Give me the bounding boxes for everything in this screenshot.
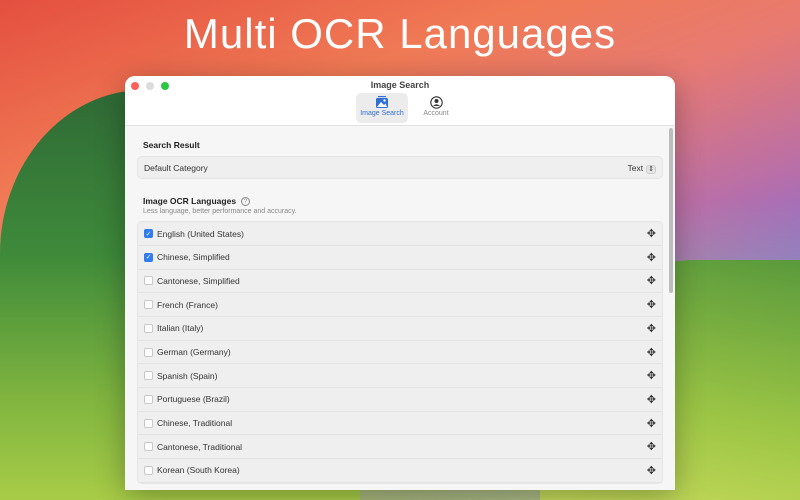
drag-handle-icon[interactable]: ✥: [647, 369, 656, 382]
language-row[interactable]: Chinese, Traditional ✥: [138, 412, 662, 436]
help-icon[interactable]: ?: [241, 197, 251, 207]
language-checkbox[interactable]: [144, 300, 153, 310]
drag-handle-icon[interactable]: ✥: [647, 322, 656, 335]
language-row[interactable]: Cantonese, Simplified ✥: [138, 270, 662, 294]
chevron-up-down-icon: ⇕: [646, 164, 656, 174]
language-name: Portuguese (Brazil): [157, 394, 230, 405]
drag-handle-icon[interactable]: ✥: [647, 440, 656, 453]
language-name: Chinese, Simplified: [157, 252, 230, 263]
drag-handle-icon[interactable]: ✥: [647, 251, 656, 264]
language-checkbox[interactable]: [144, 394, 153, 404]
language-checkbox[interactable]: [144, 465, 153, 475]
tab-account[interactable]: Account: [410, 93, 462, 123]
section-subtitle: Less language, better performance and ac…: [143, 208, 297, 216]
language-checkbox[interactable]: [144, 276, 153, 286]
language-row[interactable]: German (Germany) ✥: [138, 341, 662, 365]
language-name: Cantonese, Simplified: [157, 275, 240, 286]
tab-label: Account: [423, 110, 449, 117]
language-checkbox[interactable]: [144, 418, 153, 428]
language-row[interactable]: Korean (South Korea) ✥: [138, 459, 662, 483]
language-checkbox[interactable]: ✓: [144, 252, 153, 262]
language-row[interactable]: ✓ Chinese, Simplified ✥: [138, 246, 662, 270]
language-name: German (Germany): [157, 347, 231, 358]
language-name: Korean (South Korea): [157, 465, 240, 476]
language-checkbox[interactable]: [144, 371, 153, 381]
language-name: Cantonese, Traditional: [157, 441, 243, 452]
language-name: Italian (Italy): [157, 323, 204, 334]
default-category-row: Default Category Text ⇕: [137, 156, 663, 179]
drag-handle-icon[interactable]: ✥: [647, 298, 656, 311]
language-checkbox[interactable]: [144, 442, 153, 452]
drag-handle-icon[interactable]: ✥: [647, 274, 656, 287]
section-heading: Search Result: [143, 140, 200, 150]
language-checkbox[interactable]: [144, 323, 153, 333]
settings-window: Image Search Image Search Account Search…: [125, 76, 675, 490]
drag-handle-icon[interactable]: ✥: [647, 393, 656, 406]
language-checkbox[interactable]: ✓: [144, 229, 153, 239]
language-row[interactable]: ✓ English (United States) ✥: [138, 222, 662, 246]
language-row[interactable]: Cantonese, Traditional ✥: [138, 435, 662, 460]
language-row[interactable]: Portuguese (Brazil) ✥: [138, 388, 662, 412]
drag-handle-icon[interactable]: ✥: [647, 464, 656, 477]
language-name: Chinese, Traditional: [157, 418, 233, 429]
person-circle-icon: [429, 96, 443, 109]
select-value: Text: [627, 162, 644, 173]
tab-label: Image Search: [360, 110, 404, 117]
photo-stack-icon: [376, 96, 388, 108]
section-heading: Image OCR Languages: [143, 196, 237, 206]
language-list: ✓ English (United States) ✥ ✓ Chinese, Simpl…: [137, 221, 663, 484]
language-name: Spanish (Spain): [157, 370, 218, 381]
language-checkbox[interactable]: [144, 347, 153, 357]
headline: Multi OCR Languages: [183, 10, 617, 57]
tab-image-search[interactable]: Image Search: [356, 93, 408, 123]
language-row[interactable]: French (France) ✥: [138, 293, 662, 317]
default-category-select[interactable]: Text ⇕: [627, 162, 656, 174]
drag-handle-icon[interactable]: ✥: [647, 227, 656, 240]
window-title: Image Search: [370, 80, 430, 90]
drag-handle-icon[interactable]: ✥: [647, 346, 656, 359]
toolbar: Image Search Image Search Account: [125, 76, 675, 126]
default-category-label: Default Category: [144, 162, 208, 173]
language-row[interactable]: Spanish (Spain) ✥: [138, 364, 662, 389]
language-row[interactable]: Italian (Italy) ✥: [138, 317, 662, 341]
language-name: French (France): [157, 299, 218, 310]
language-name: English (United States): [157, 228, 244, 239]
drag-handle-icon[interactable]: ✥: [647, 417, 656, 430]
scrollbar[interactable]: [669, 128, 673, 293]
